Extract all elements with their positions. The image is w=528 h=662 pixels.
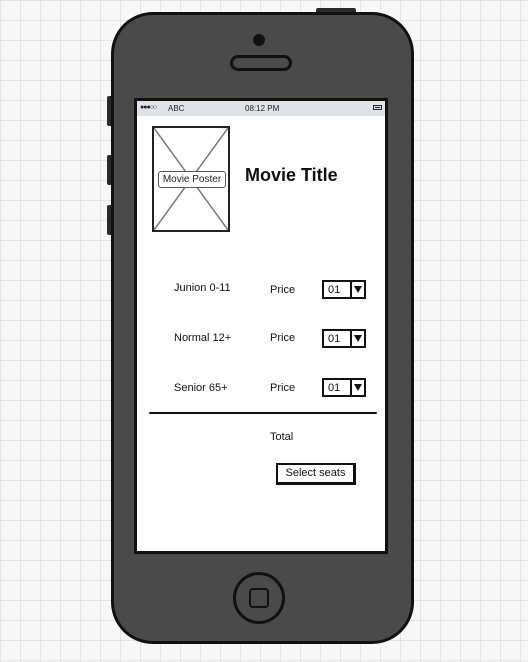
divider: [149, 412, 377, 414]
select-seats-button[interactable]: Select seats: [276, 463, 356, 485]
status-time: 08:12 PM: [245, 104, 280, 113]
home-button[interactable]: [233, 572, 285, 624]
quantity-value: 01: [328, 333, 341, 345]
home-square-icon: [249, 588, 269, 608]
front-camera: [253, 34, 265, 46]
carrier-name: ABC: [168, 104, 185, 113]
earpiece-speaker: [230, 55, 292, 71]
movie-title: Movie Title: [245, 165, 338, 185]
movie-poster: Movie Poster: [152, 126, 230, 232]
quantity-dropdown-junior[interactable]: 01: [322, 280, 366, 299]
quantity-value: 01: [328, 284, 341, 296]
total-label: Total: [270, 431, 294, 443]
price-label: Price: [270, 332, 296, 344]
quantity-dropdown-senior[interactable]: 01: [322, 378, 366, 397]
status-bar: ●●●○○ ABC 08:12 PM: [137, 101, 385, 116]
price-label: Price: [270, 382, 296, 394]
ticket-type-label: Normal 12+: [174, 332, 232, 344]
dropdown-arrow-icon[interactable]: [350, 282, 364, 297]
quantity-dropdown-normal[interactable]: 01: [322, 329, 366, 348]
dropdown-arrow-icon[interactable]: [350, 331, 364, 346]
poster-label: Movie Poster: [158, 171, 226, 188]
ticket-type-label: Junion 0-11: [174, 282, 231, 294]
ticket-type-label: Senior 65+: [174, 382, 228, 394]
signal-strength-icon: ●●●○○: [140, 104, 157, 111]
quantity-value: 01: [328, 382, 341, 394]
phone-screen: ●●●○○ ABC 08:12 PM Movie Poster Movie Ti…: [134, 98, 388, 554]
price-label: Price: [270, 284, 296, 296]
battery-icon: [373, 105, 382, 110]
dropdown-arrow-icon[interactable]: [350, 380, 364, 395]
